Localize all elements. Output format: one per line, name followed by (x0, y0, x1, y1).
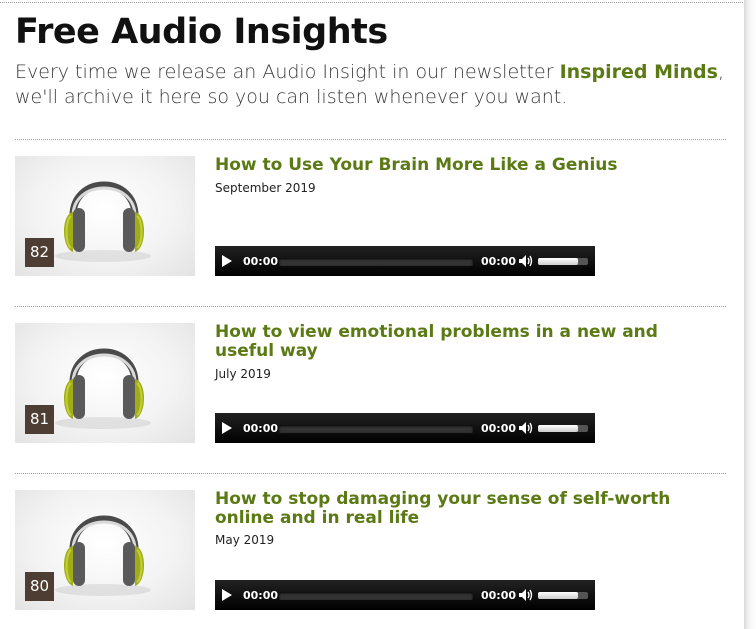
top-divider (0, 2, 745, 3)
play-icon[interactable] (222, 255, 232, 267)
duration: 00:00 (481, 255, 517, 268)
volume-level (538, 592, 578, 599)
page-shadow (744, 0, 756, 629)
duration: 00:00 (481, 589, 517, 602)
volume-level (538, 258, 578, 265)
progress-track[interactable] (279, 425, 473, 433)
item-title-link[interactable]: How to stop damaging your sense of self-… (215, 490, 715, 528)
newsletter-name: Inspired Minds (559, 61, 718, 83)
audio-item: 82 How to Use Your Brain More Like a Gen… (15, 156, 726, 278)
item-date: September 2019 (215, 181, 316, 195)
current-time: 00:00 (243, 422, 279, 435)
audio-item: 80 How to stop damaging your sense of se… (15, 490, 726, 612)
audio-player: 00:00 00:00 (215, 413, 595, 443)
page-title: Free Audio Insights (15, 12, 388, 52)
page: Free Audio Insights Every time we releas… (0, 0, 745, 629)
item-date: May 2019 (215, 533, 275, 547)
volume-icon[interactable] (518, 588, 534, 602)
volume-slider[interactable] (538, 258, 588, 265)
episode-number-badge: 82 (25, 238, 54, 267)
volume-level (538, 425, 578, 432)
volume-slider[interactable] (538, 425, 588, 432)
intro-text: Every time we release an Audio Insight i… (15, 60, 730, 110)
thumbnail[interactable]: 81 (15, 323, 195, 443)
play-icon[interactable] (222, 422, 232, 434)
intro-text-start: Every time we release an Audio Insight i… (15, 61, 560, 83)
volume-icon[interactable] (518, 421, 534, 435)
progress-track[interactable] (279, 592, 473, 600)
current-time: 00:00 (243, 589, 279, 602)
item-title-link[interactable]: How to Use Your Brain More Like a Genius (215, 156, 715, 175)
divider (15, 139, 726, 140)
episode-number-badge: 81 (25, 405, 54, 434)
item-title-link[interactable]: How to view emotional problems in a new … (215, 323, 715, 361)
volume-icon[interactable] (518, 254, 534, 268)
divider (15, 473, 726, 474)
progress-track[interactable] (279, 258, 473, 266)
thumbnail[interactable]: 80 (15, 490, 195, 610)
audio-player: 00:00 00:00 (215, 580, 595, 610)
item-date: July 2019 (215, 367, 271, 381)
thumbnail[interactable]: 82 (15, 156, 195, 276)
audio-item: 81 How to view emotional problems in a n… (15, 323, 726, 445)
audio-player: 00:00 00:00 (215, 246, 595, 276)
volume-slider[interactable] (538, 592, 588, 599)
episode-number-badge: 80 (25, 572, 54, 601)
duration: 00:00 (481, 422, 517, 435)
play-icon[interactable] (222, 589, 232, 601)
current-time: 00:00 (243, 255, 279, 268)
divider (15, 306, 726, 307)
